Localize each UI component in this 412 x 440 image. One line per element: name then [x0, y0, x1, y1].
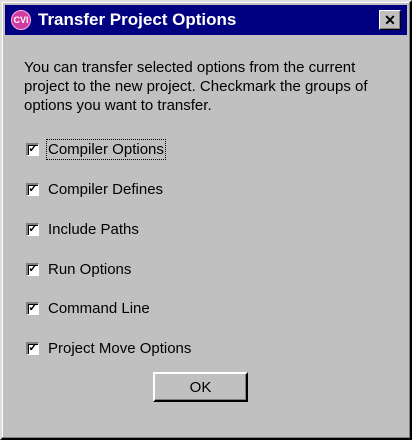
description-text: You can transfer selected options from t… [24, 59, 368, 114]
dialog-title: Transfer Project Options [38, 10, 237, 29]
option-label: Project Move Options [48, 339, 192, 357]
checkbox-compiler-defines[interactable]: ✓ [26, 182, 39, 196]
ok-button[interactable]: OK [153, 372, 248, 402]
checkbox-run-options[interactable]: ✓ [26, 262, 39, 276]
close-button[interactable]: ✕ [379, 10, 401, 30]
checkbox-command-line[interactable]: ✓ [26, 301, 39, 315]
checkbox-project-move-options[interactable]: ✓ [26, 341, 39, 355]
option-include-paths[interactable]: ✓ Include Paths [26, 219, 139, 239]
transfer-project-options-dialog: CVI Transfer Project Options ✕ You can t… [0, 0, 412, 440]
checkbox-compiler-options[interactable]: ✓ [26, 142, 39, 156]
option-run-options[interactable]: ✓ Run Options [26, 259, 131, 279]
checkbox-include-paths[interactable]: ✓ [26, 222, 39, 236]
option-compiler-options[interactable]: ✓ Compiler Options [26, 138, 166, 160]
option-project-move-options[interactable]: ✓ Project Move Options [26, 338, 191, 358]
option-label: Command Line [48, 299, 150, 317]
option-label: Include Paths [48, 220, 139, 238]
title-bar[interactable]: CVI Transfer Project Options ✕ [5, 5, 407, 35]
cvi-logo-icon: CVI [11, 10, 31, 30]
option-compiler-defines[interactable]: ✓ Compiler Defines [26, 179, 163, 199]
option-label: Compiler Defines [48, 180, 164, 198]
option-command-line[interactable]: ✓ Command Line [26, 298, 150, 318]
option-label: Compiler Options [46, 138, 166, 160]
option-label: Run Options [48, 260, 132, 278]
